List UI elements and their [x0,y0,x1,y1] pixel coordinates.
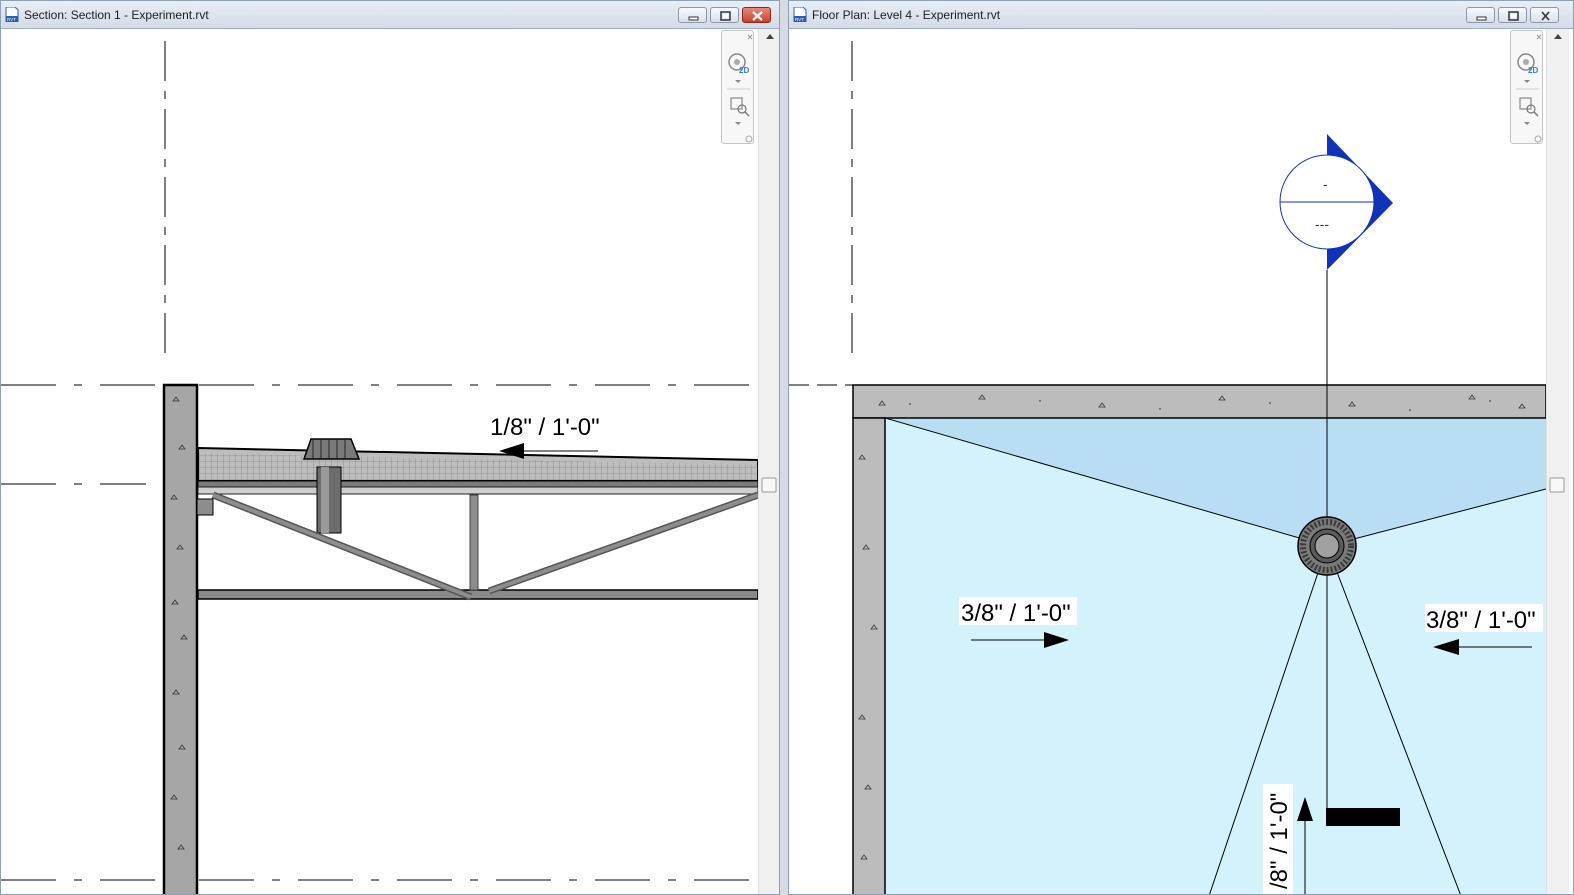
close-icon[interactable] [747,34,753,40]
slope-label-right: 3/8" / 1'-0" [1426,607,1536,634]
concrete-wall-left[interactable] [852,417,886,895]
restore-button[interactable] [710,7,739,23]
rvt-document-icon: RVT [793,7,807,22]
section-view-titlebar[interactable]: RVT Section: Section 1 - Experiment.rvt [1,1,779,29]
floor-plan-canvas[interactable]: - --- 3/8" / 1'-0" 3/8" / 1'-0" /8" / 1'… [789,29,1546,895]
slope-label-section: 1/8" / 1'-0" [490,414,600,441]
rvt-document-icon: RVT [5,7,19,22]
svg-text:RVT: RVT [7,17,16,22]
scroll-up-icon[interactable] [1554,34,1562,39]
close-icon [1541,11,1550,21]
close-icon [752,11,763,21]
zoom-badge: 2D [739,66,749,75]
restore-icon [1508,11,1519,21]
minimize-button[interactable] [1466,7,1495,23]
window-title: Floor Plan: Level 4 - Experiment.rvt [812,8,1001,22]
options-icon[interactable] [745,135,753,143]
zoom-region-icon[interactable] [1519,97,1539,117]
options-icon[interactable] [1534,135,1542,143]
close-icon[interactable] [1536,34,1542,40]
vertical-scrollbar[interactable] [1546,29,1569,894]
chevron-down-icon[interactable] [735,122,741,125]
restore-button[interactable] [1498,7,1527,23]
chevron-down-icon[interactable] [735,80,741,83]
minimize-icon [1476,16,1487,21]
minimize-icon [688,16,699,21]
slope-label-left: 3/8" / 1'-0" [961,600,1071,627]
floor-plan-titlebar[interactable]: RVT Floor Plan: Level 4 - Experiment.rvt [789,1,1573,29]
concrete-slab-edge[interactable] [852,384,1546,419]
vertical-scrollbar[interactable] [758,29,779,894]
floor-plan-window[interactable]: RVT Floor Plan: Level 4 - Experiment.rvt [788,0,1574,895]
section-view-window[interactable]: RVT Section: Section 1 - Experiment.rvt [0,0,780,895]
steering-wheel-icon[interactable]: 2D [1517,53,1538,75]
roof-deck-section[interactable] [197,446,758,495]
zoom-badge: 2D [1528,66,1538,75]
scrollbar-thumb[interactable] [761,477,777,493]
slope-label-vertical: /8" / 1'-0" [1266,793,1293,889]
scroll-up-icon[interactable] [766,34,774,39]
elevation-tag-bottom: --- [1315,216,1329,232]
roof-drain-plan[interactable] [1297,516,1357,576]
svg-text:RVT: RVT [795,17,804,22]
minimize-button[interactable] [678,7,707,23]
steering-wheel-icon[interactable]: 2D [728,53,749,75]
navigation-bar[interactable]: 2D [721,30,754,144]
zoom-region-icon[interactable] [730,97,750,117]
close-button[interactable] [742,7,771,23]
chevron-down-icon[interactable] [1524,122,1530,125]
steel-truss[interactable] [197,491,758,601]
close-button[interactable] [1530,7,1559,23]
elevation-tag-top: - [1323,176,1328,192]
section-drawing-canvas[interactable]: 1/8" / 1'-0" [1,29,758,895]
navigation-bar[interactable]: 2D [1510,30,1543,144]
scrollbar-thumb[interactable] [1549,477,1565,493]
floor-slope-regions[interactable] [885,418,1546,895]
window-title: Section: Section 1 - Experiment.rvt [24,8,209,22]
restore-icon [720,11,731,21]
section-cut-bar [1326,808,1400,826]
chevron-down-icon[interactable] [1524,80,1530,83]
